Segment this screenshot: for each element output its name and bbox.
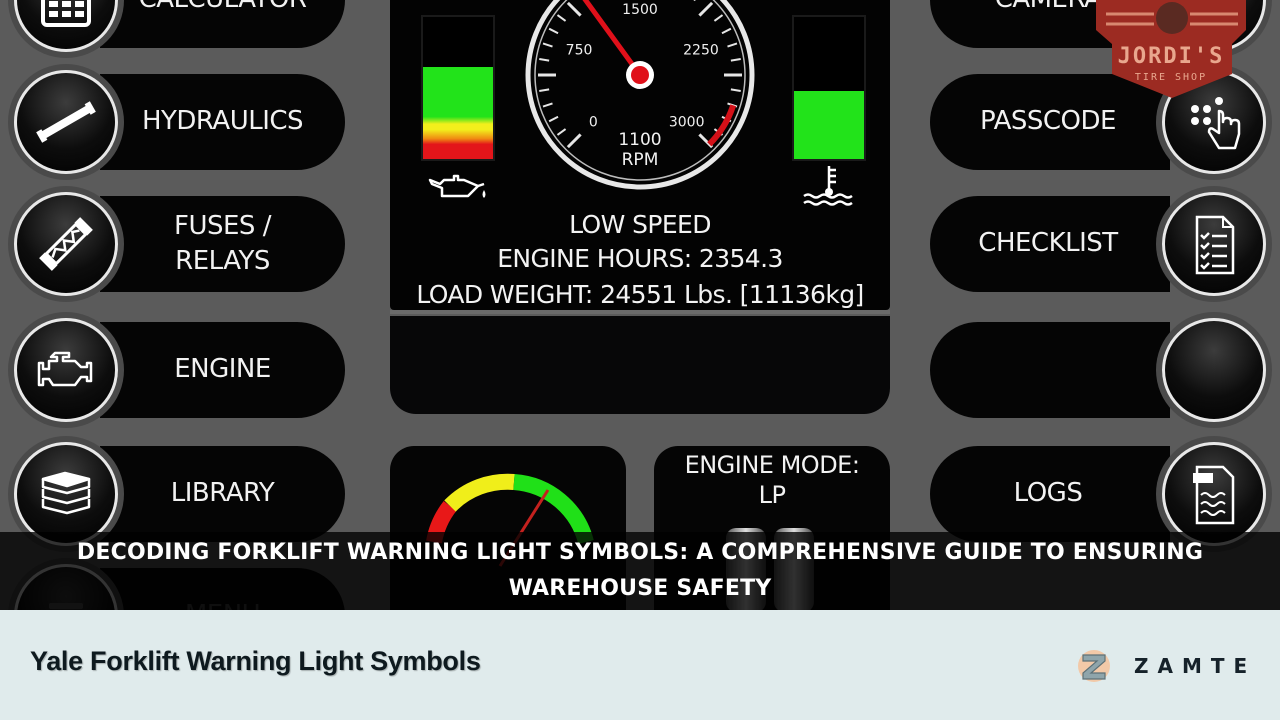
menu-item-label [930, 322, 1166, 418]
gauge-tick [730, 58, 741, 62]
gauge-tick [548, 27, 559, 35]
gauge-tick [721, 27, 732, 35]
menu-item-label: ENGINE [174, 354, 271, 385]
gauge-tick-label: 3000 [669, 115, 705, 131]
gauge-tick [727, 42, 738, 48]
oil-can-icon [424, 170, 494, 206]
menu-item-label: CALCULATOR [100, 0, 345, 48]
oil-pressure-level [423, 66, 493, 159]
menu-item-hydraulics[interactable]: HYDRAULICS [0, 70, 345, 174]
speed-mode-text: LOW SPEED [569, 210, 711, 239]
coolant-temperature-icon [800, 162, 858, 208]
engine-mode-value: LP [758, 481, 786, 509]
gauge-tick [730, 88, 741, 92]
coolant-temperature-bar [792, 15, 866, 161]
books-icon [14, 442, 118, 546]
rpm-gauge: 0 750 1500 2250 3000 1100 RPM [525, 0, 755, 190]
menu-item-calculator[interactable]: CALCULATOR [0, 0, 345, 52]
engine-hours-text: ENGINE HOURS: 2354.3 [497, 244, 783, 273]
gauge-tick [548, 115, 559, 123]
article-title[interactable]: Yale Forklift Warning Light Symbols [30, 646, 481, 677]
engine-mode-label: ENGINE MODE: [684, 451, 860, 479]
menu-item-label-line: FUSES / [174, 210, 271, 241]
rpm-unit: RPM [622, 150, 659, 170]
gauge-tick [713, 14, 724, 22]
menu-item-engine[interactable]: ENGINE [0, 318, 345, 422]
blank-button-icon [1162, 318, 1266, 422]
hydraulic-cylinder-icon [14, 70, 118, 174]
load-weight-text: LOAD WEIGHT: 24551 Lbs. [11136kg] [416, 280, 864, 309]
gauge-tick [542, 102, 553, 108]
zamte-logo-icon [1078, 650, 1110, 682]
menu-item-logs[interactable]: LOGS [930, 442, 1270, 546]
gauge-tick-label: 2250 [683, 43, 719, 59]
brand-logo-link[interactable]: ZAMTE [1076, 648, 1256, 684]
watermark-line2: TIRE SHOP [1134, 72, 1208, 83]
gauge-tick-label: 1500 [622, 2, 658, 18]
brand-name: ZAMTE [1134, 654, 1257, 678]
menu-item-blank[interactable] [930, 318, 1270, 422]
gauge-tick [566, 133, 582, 149]
gauge-hub-center [631, 66, 649, 84]
gauge-tick [542, 42, 553, 48]
watermark-badge: JORDI'S TIRE SHOP [1086, 0, 1256, 102]
message-panel [390, 316, 890, 414]
gauge-tick [539, 58, 550, 62]
menu-item-label: CHECKLIST [978, 228, 1118, 259]
menu-item-library[interactable]: LIBRARY [0, 442, 345, 546]
gauge-tick-label: 750 [566, 43, 593, 59]
article-caption-banner: DECODING FORKLIFT WARNING LIGHT SYMBOLS:… [0, 532, 1280, 610]
checklist-icon [1162, 192, 1266, 296]
menu-item-label-line: RELAYS [175, 246, 270, 276]
footer-bar: Yale Forklift Warning Light Symbols ZAMT… [0, 610, 1280, 720]
watermark-line1: JORDI'S [1117, 44, 1225, 69]
coolant-temperature-level [794, 90, 864, 159]
gauge-tick [539, 88, 550, 92]
log-file-icon [1162, 442, 1266, 546]
forklift-dashboard-screen: CALCULATOR HYDRAULICS FUSES / RELAYS [0, 0, 1280, 610]
article-caption: DECODING FORKLIFT WARNING LIGHT SYMBOLS:… [76, 540, 1204, 601]
menu-item-checklist[interactable]: CHECKLIST [930, 192, 1270, 296]
menu-item-label: LIBRARY [170, 478, 275, 509]
menu-item-fuses-relays[interactable]: FUSES / RELAYS [0, 192, 345, 296]
oil-pressure-bar [421, 15, 495, 161]
gauge-tick [556, 14, 567, 22]
gauge-tick [556, 128, 567, 136]
gauge-tick-label: 0 [589, 115, 598, 131]
gauge-tick [698, 1, 714, 17]
engine-icon [14, 318, 118, 422]
menu-item-label: LOGS [1013, 478, 1083, 509]
fuse-icon [14, 192, 118, 296]
gauge-tick [566, 1, 582, 17]
panel-divider [390, 310, 890, 314]
gauge-tick [693, 0, 696, 2]
menu-item-label: FUSES / RELAYS [100, 196, 345, 292]
menu-item-label: HYDRAULICS [141, 106, 304, 137]
rpm-value: 1100 [618, 130, 661, 150]
